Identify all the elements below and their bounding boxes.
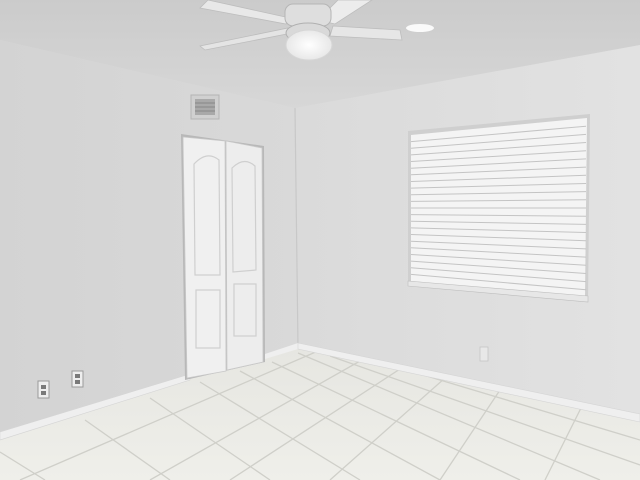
closet-door-icon[interactable]: [181, 134, 265, 380]
room-photo: [0, 0, 640, 480]
outlet-icon: [37, 380, 50, 399]
outlet-icon: [71, 370, 84, 388]
window-blind-icon[interactable]: [407, 114, 590, 303]
wall-plate: [479, 346, 489, 362]
air-vent-icon: [190, 94, 220, 120]
